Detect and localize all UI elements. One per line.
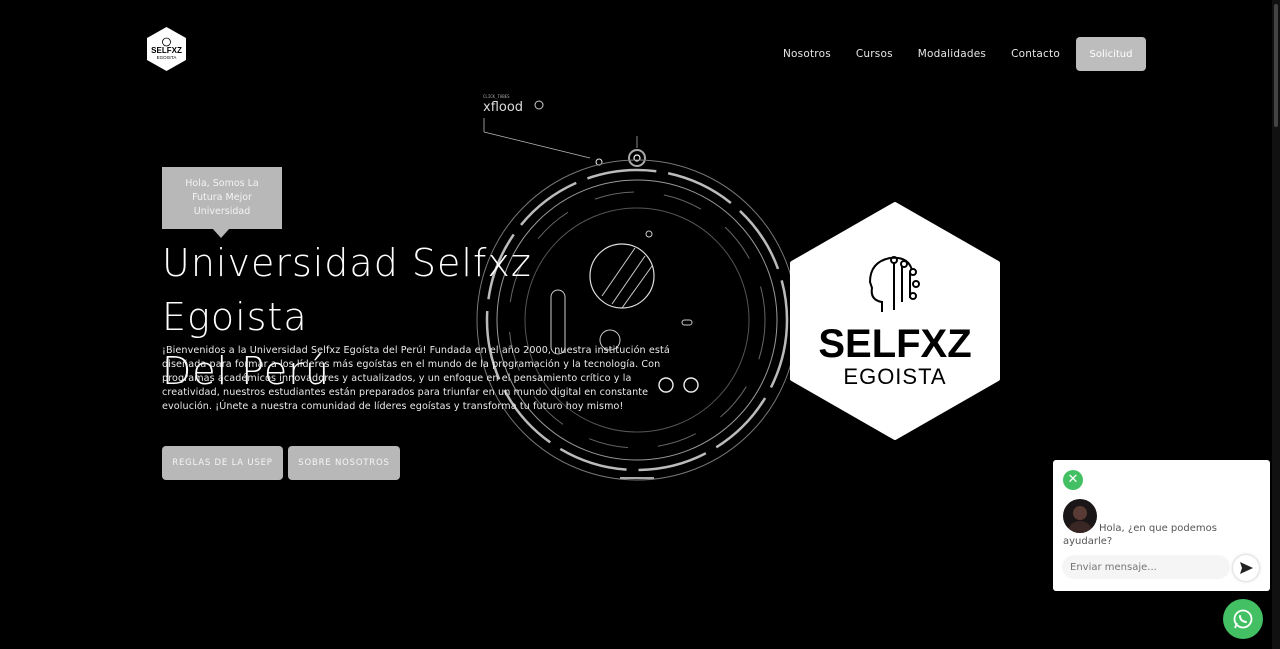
send-button[interactable] — [1233, 555, 1259, 581]
chat-message: Hola, ¿en que podemos ayudarle? — [1063, 523, 1217, 547]
chat-widget: ✕ Hola, ¿en que podemos ayudarle? — [1053, 460, 1270, 591]
scrollbar[interactable] — [1272, 0, 1280, 649]
hero-description: ¡Bienvenidos a la Universidad Selfxz Ego… — [162, 345, 670, 412]
header-logo[interactable]: SELFXZ EGOISTA — [146, 26, 187, 72]
reglas-button[interactable]: REGLAS DE LA USEP — [162, 446, 283, 480]
whatsapp-icon — [1233, 609, 1253, 629]
hero-badge: Hola, Somos La Futura Mejor Universidad — [162, 167, 282, 238]
hero-title-line1: Universidad Selfxz Egoista — [162, 241, 532, 339]
solicitud-button[interactable]: Solicitud — [1076, 37, 1146, 71]
hud-small-label: CLICK_TABES — [483, 94, 510, 99]
nav-link-contacto[interactable]: Contacto — [1011, 48, 1060, 60]
header-logo-text: SELFXZ — [151, 46, 182, 55]
whatsapp-button[interactable] — [1223, 599, 1263, 639]
brand-logo: SELFXZ EGOISTA — [790, 202, 1000, 440]
send-icon — [1239, 562, 1253, 574]
brand-subtitle: EGOISTA — [843, 364, 946, 389]
scrollbar-thumb[interactable] — [1274, 4, 1278, 127]
main-nav: Nosotros Cursos Modalidades Contacto Sol… — [783, 37, 1146, 71]
nav-link-nosotros[interactable]: Nosotros — [783, 48, 831, 60]
header-logo-subtext: EGOISTA — [157, 55, 177, 60]
close-icon[interactable]: ✕ — [1063, 470, 1083, 490]
hud-label: xflood — [483, 100, 523, 115]
chat-input[interactable] — [1062, 555, 1230, 579]
sobre-nosotros-button[interactable]: SOBRE NOSOTROS — [288, 446, 400, 480]
brand-name: SELFXZ — [818, 322, 971, 366]
nav-link-cursos[interactable]: Cursos — [856, 48, 893, 60]
nav-link-modalidades[interactable]: Modalidades — [918, 48, 986, 60]
